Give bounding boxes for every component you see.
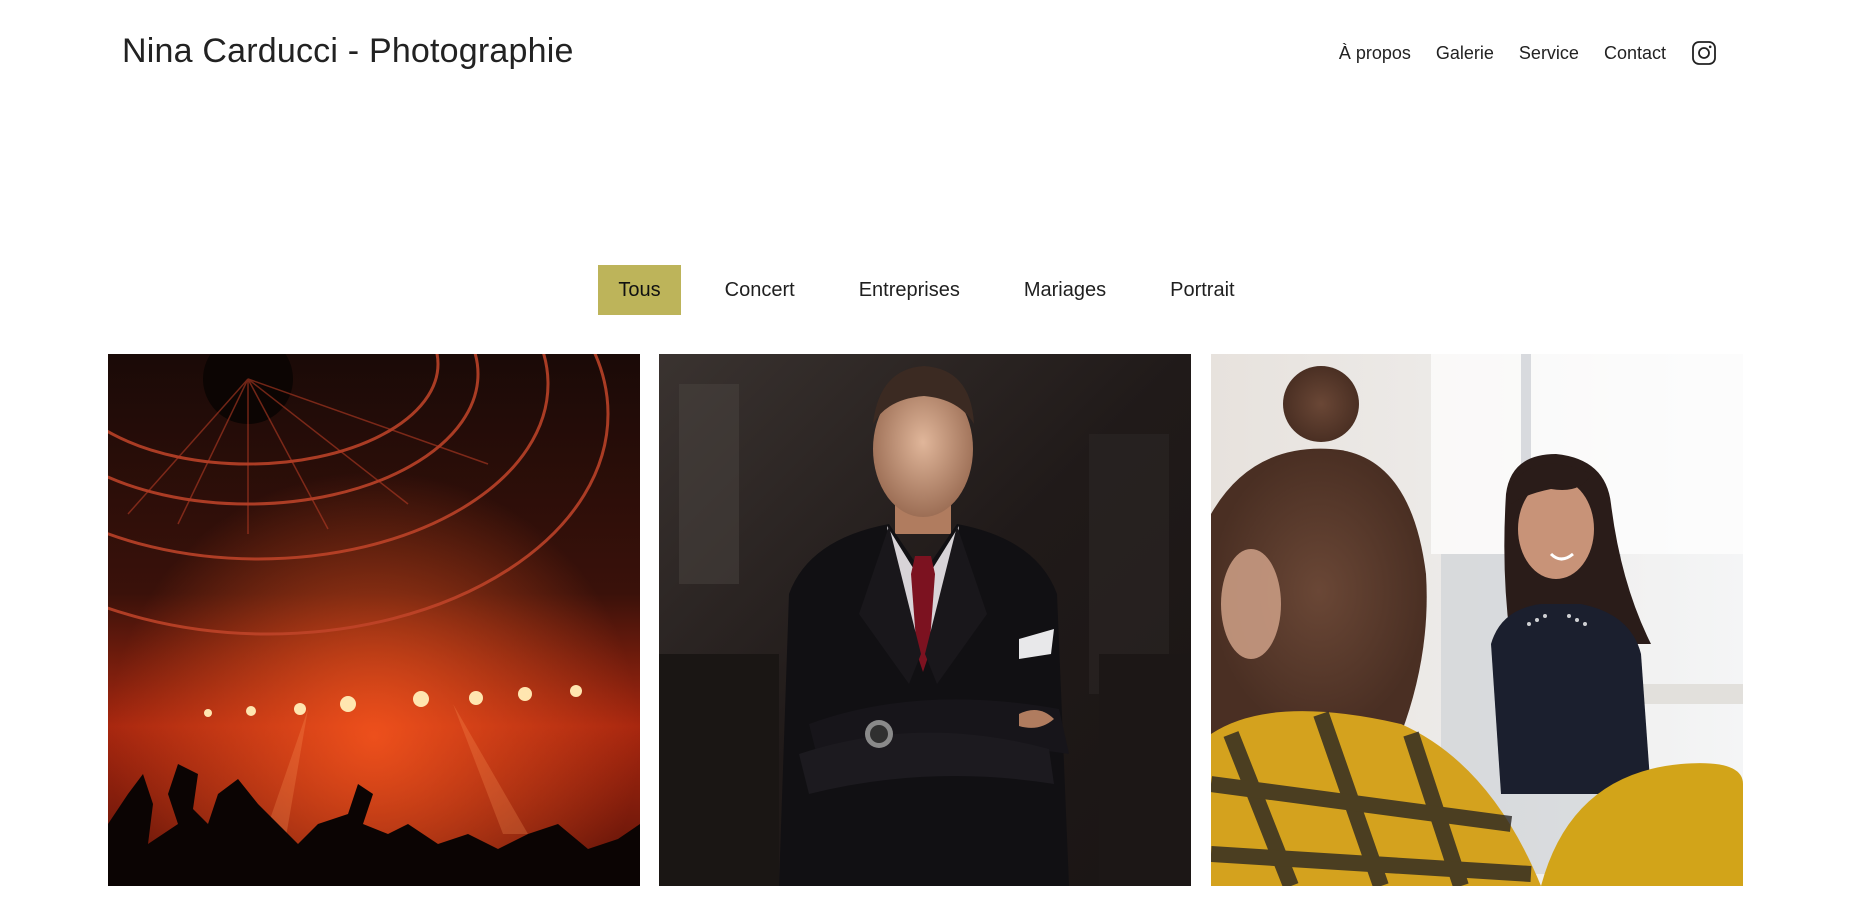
site-title: Nina Carducci - Photographie (122, 32, 574, 70)
filter-concert[interactable]: Concert (705, 265, 815, 315)
filter-tous[interactable]: Tous (598, 265, 681, 315)
filter-portrait[interactable]: Portrait (1150, 265, 1254, 315)
filter-entreprises[interactable]: Entreprises (839, 265, 980, 315)
nav-link-contact[interactable]: Contact (1604, 43, 1666, 64)
instagram-icon[interactable] (1691, 40, 1717, 66)
gallery-photo-office[interactable] (1211, 354, 1743, 886)
photo-gallery (108, 354, 1744, 886)
site-header: Nina Carducci - Photographie À propos Ga… (0, 0, 1853, 110)
nav-link-galerie[interactable]: Galerie (1436, 43, 1494, 64)
nav-link-service[interactable]: Service (1519, 43, 1579, 64)
gallery-photo-concert[interactable] (108, 354, 640, 886)
filter-mariages[interactable]: Mariages (1004, 265, 1126, 315)
nav-link-a-propos[interactable]: À propos (1339, 43, 1411, 64)
gallery-photo-portrait[interactable] (659, 354, 1191, 886)
main-nav: À propos Galerie Service Contact (1339, 40, 1717, 66)
gallery-filters: Tous Concert Entreprises Mariages Portra… (0, 264, 1853, 316)
